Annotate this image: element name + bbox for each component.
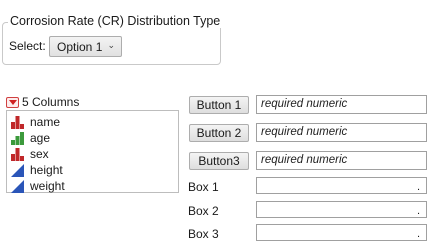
box-2-input[interactable]: .: [256, 201, 427, 218]
column-label: height: [30, 163, 63, 177]
box-1-input[interactable]: .: [256, 177, 427, 194]
column-label: age: [30, 131, 51, 145]
button-2-field[interactable]: required numeric: [256, 123, 427, 142]
column-list[interactable]: name age sex height weight: [6, 110, 179, 193]
column-item-name[interactable]: name: [7, 114, 178, 130]
box-2-value: .: [416, 205, 420, 217]
column-label: sex: [30, 147, 49, 161]
select-value: Option 1: [57, 39, 103, 54]
column-label: weight: [30, 179, 65, 193]
continuous-icon: [11, 179, 24, 193]
option-select[interactable]: Option 1 ⌄: [49, 36, 122, 57]
red-triangle-menu-icon[interactable]: [6, 96, 19, 108]
continuous-icon: [11, 163, 24, 177]
column-item-weight[interactable]: weight: [7, 178, 178, 194]
button-2[interactable]: Button 2: [189, 124, 249, 142]
column-item-sex[interactable]: sex: [7, 146, 178, 162]
box-2-label: Box 2: [188, 204, 219, 218]
box-1-label: Box 1: [188, 180, 219, 194]
nominal-icon: [11, 115, 24, 129]
columns-header: 5 Columns: [6, 95, 79, 109]
nominal-icon: [11, 147, 24, 161]
box-3-value: .: [416, 228, 420, 240]
chevron-down-icon: ⌄: [107, 40, 115, 50]
box-3-label: Box 3: [188, 227, 219, 241]
columns-count: 5 Columns: [22, 95, 80, 109]
column-label: name: [30, 115, 61, 129]
button-1-field[interactable]: required numeric: [256, 95, 427, 114]
column-item-height[interactable]: height: [7, 162, 178, 178]
button-1[interactable]: Button 1: [189, 96, 249, 114]
box-1-value: .: [416, 181, 420, 193]
box-3-input[interactable]: .: [256, 224, 427, 241]
button-3[interactable]: Button3: [189, 152, 249, 170]
group-title: Corrosion Rate (CR) Distribution Type: [8, 14, 223, 28]
button-3-field[interactable]: required numeric: [256, 151, 427, 170]
select-label: Select:: [9, 39, 46, 53]
column-item-age[interactable]: age: [7, 130, 178, 146]
ordinal-icon: [11, 131, 24, 145]
